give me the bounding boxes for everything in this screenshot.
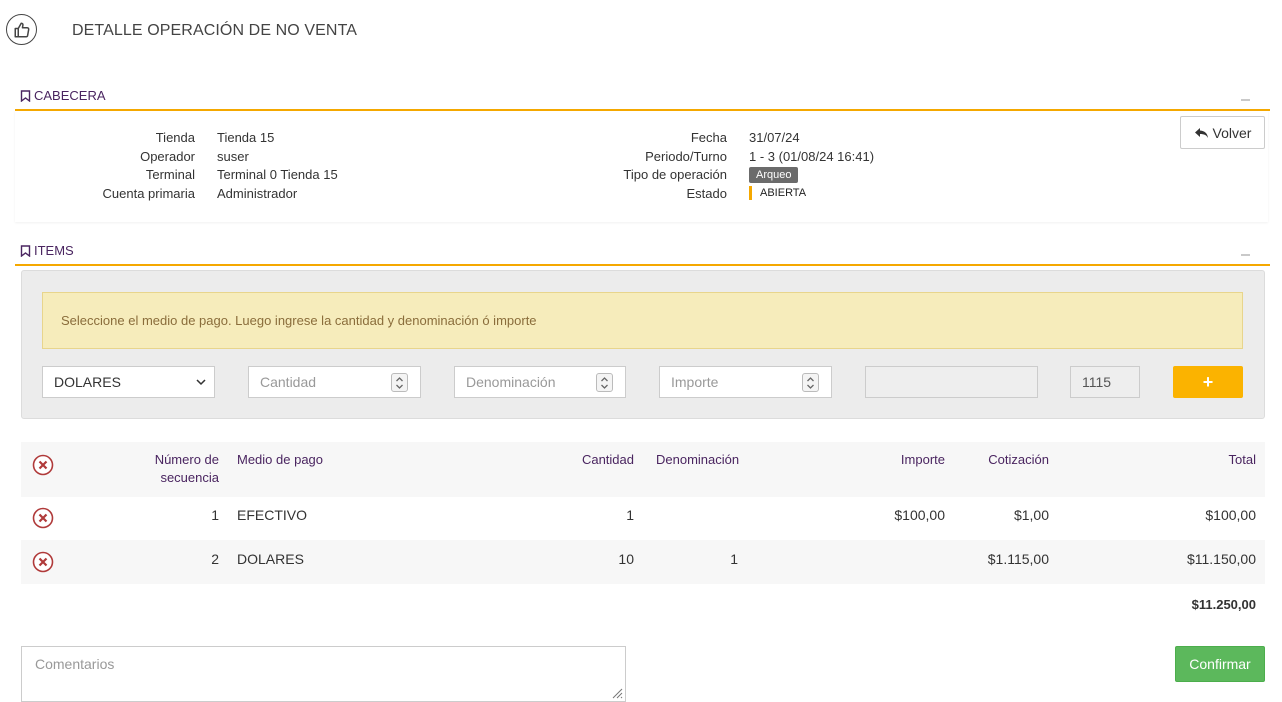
volver-button[interactable]: Volver (1180, 116, 1265, 149)
cotizacion-field: 1115 (1070, 366, 1140, 398)
value-terminal: Terminal 0 Tienda 15 (217, 167, 338, 182)
bookmark-icon (20, 89, 31, 102)
th-total: Total (1228, 452, 1256, 467)
denominacion-input[interactable]: Denominación (454, 366, 626, 398)
th-importe: Importe (900, 452, 945, 467)
status-badge: ABIERTA (749, 186, 806, 200)
cell-cantidad: 1 (626, 507, 634, 523)
cantidad-placeholder: Cantidad (260, 374, 317, 390)
cantidad-input[interactable]: Cantidad (248, 366, 421, 398)
cell-cantidad: 10 (618, 551, 634, 567)
cantidad-stepper[interactable] (391, 373, 408, 392)
collapse-cabecera-button[interactable] (1241, 99, 1250, 101)
importe-stepper[interactable] (802, 373, 819, 392)
cell-medio: EFECTIVO (237, 507, 308, 523)
confirm-button[interactable]: Confirmar (1175, 646, 1265, 682)
label-periodo: Periodo/Turno (645, 149, 727, 164)
th-secuencia-line1: Número de (154, 452, 219, 467)
value-operador: suser (217, 149, 249, 164)
comments-placeholder: Comentarios (35, 656, 115, 672)
label-terminal: Terminal (145, 167, 195, 182)
page-title: DETALLE OPERACIÓN DE NO VENTA (72, 22, 358, 39)
importe-placeholder: Importe (671, 374, 719, 390)
medio-pago-selected: DOLARES (54, 374, 121, 390)
th-denominacion: Denominación (656, 452, 740, 467)
label-fecha: Fecha (690, 130, 727, 145)
add-item-button[interactable]: + (1173, 366, 1243, 398)
label-estado: Estado (686, 186, 727, 201)
th-cotizacion: Cotización (988, 452, 1049, 467)
delete-row-icon[interactable] (32, 507, 54, 529)
cell-seq: 1 (211, 507, 219, 523)
section-items-header: ITEMS (15, 240, 1270, 266)
grand-total: $11.250,00 (1191, 597, 1256, 612)
delete-row-icon[interactable] (32, 551, 54, 573)
section-title: CABECERA (34, 88, 106, 103)
stepper-icon (807, 376, 814, 389)
medio-pago-select[interactable]: DOLARES (42, 366, 215, 398)
value-cuenta-primaria: Administrador (217, 186, 298, 201)
table-row: 1 EFECTIVO 1 $100,00 $1,00 $100,00 (21, 497, 1265, 541)
delete-all-icon[interactable] (32, 454, 54, 476)
app-logo (6, 14, 37, 45)
instruction-alert: Seleccione el medio de pago. Luego ingre… (42, 292, 1243, 349)
collapse-items-button[interactable] (1241, 254, 1250, 256)
bookmark-icon (20, 244, 31, 257)
reply-arrow-icon (1194, 127, 1208, 138)
label-tienda: Tienda (155, 130, 195, 145)
value-periodo: 1 - 3 (01/08/24 16:41) (749, 149, 875, 164)
cell-total: $11.150,00 (1186, 551, 1256, 567)
th-medio-pago: Medio de pago (237, 452, 324, 467)
table-header: Número de secuencia Medio de pago Cantid… (21, 442, 1265, 497)
comments-textarea[interactable]: Comentarios (21, 646, 626, 702)
value-fecha: 31/07/24 (749, 130, 800, 145)
volver-label: Volver (1212, 124, 1252, 141)
stepper-icon (396, 376, 403, 389)
disabled-field (865, 366, 1038, 398)
section-cabecera-header: CABECERA (15, 85, 1270, 111)
th-cantidad: Cantidad (581, 452, 634, 467)
thumbs-up-icon (14, 22, 29, 37)
cell-total: $100,00 (1205, 507, 1256, 523)
cell-cotizacion: $1,00 (1013, 507, 1049, 523)
label-operador: Operador (140, 149, 195, 164)
cell-importe: $100,00 (894, 507, 945, 523)
cell-cotizacion: $1.115,00 (987, 551, 1049, 567)
chevron-down-icon (196, 378, 206, 385)
importe-input[interactable]: Importe (659, 366, 832, 398)
cabecera-panel (15, 110, 1268, 222)
denominacion-stepper[interactable] (596, 373, 613, 392)
resize-grip-icon[interactable] (611, 687, 623, 699)
stepper-icon (601, 376, 608, 389)
section-title: ITEMS (34, 243, 74, 258)
th-secuencia-line2: secuencia (160, 470, 219, 485)
cell-seq: 2 (211, 551, 219, 567)
denominacion-placeholder: Denominación (466, 374, 556, 390)
cell-denominacion: 1 (730, 551, 738, 567)
label-cuenta-primaria: Cuenta primaria (102, 186, 196, 201)
label-tipo-operacion: Tipo de operación (623, 167, 727, 182)
tipo-operacion-badge: Arqueo (749, 167, 799, 183)
value-tienda: Tienda 15 (217, 130, 275, 145)
cell-medio: DOLARES (237, 551, 304, 567)
table-row: 2 DOLARES 10 1 $1.115,00 $11.150,00 (21, 540, 1265, 584)
